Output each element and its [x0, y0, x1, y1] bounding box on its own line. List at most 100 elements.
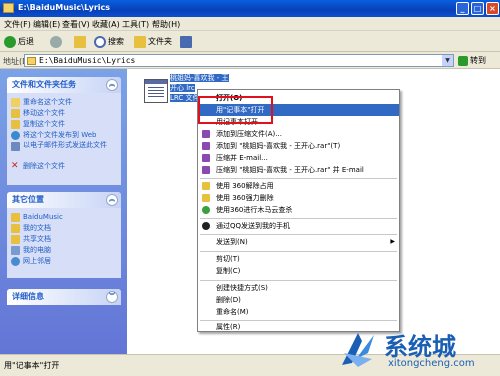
go-button[interactable]: 转到 — [458, 54, 498, 67]
watermark-title: 系统城 — [384, 333, 456, 361]
task-label: 将这个文件发布到 Web — [23, 131, 97, 139]
place-baidumusic[interactable]: BaiduMusic — [7, 212, 121, 223]
menu-cut[interactable]: 剪切(T) — [198, 253, 399, 265]
folder-icon — [27, 57, 36, 65]
folder-icon — [134, 35, 146, 48]
menu-add-rar[interactable]: 添加到 "桃姐妈-喜欢我 - 王开心.rar"(T) — [198, 140, 399, 152]
menu-help[interactable]: 帮助(H) — [152, 19, 180, 30]
menu-file[interactable]: 文件(F) — [4, 19, 31, 30]
place-label: 我的电脑 — [23, 246, 51, 254]
details-header[interactable]: 详细信息 ︾ — [7, 289, 121, 305]
task-label: 复制这个文件 — [23, 120, 65, 128]
place-my-documents[interactable]: 我的文档 — [7, 223, 121, 234]
network-icon — [11, 257, 20, 266]
other-places-header[interactable]: 其它位置 ︽ — [7, 192, 121, 208]
back-button[interactable]: 后退 — [4, 35, 34, 49]
place-label: 共享文档 — [23, 235, 51, 243]
task-label: 删除这个文件 — [23, 162, 65, 170]
globe-icon — [11, 131, 20, 140]
forward-button[interactable] — [50, 35, 64, 49]
task-rename[interactable]: 重命名这个文件 — [7, 97, 121, 108]
search-icon — [94, 35, 106, 48]
collapse-icon[interactable]: ︽ — [106, 194, 118, 206]
menu-create-shortcut[interactable]: 创建快捷方式(S) — [198, 282, 399, 294]
menu-compress-email[interactable]: 压缩并 E-mail... — [198, 152, 399, 164]
menu-edit[interactable]: 编辑(E) — [33, 19, 60, 30]
menu-add-archive[interactable]: 添加到压缩文件(A)... — [198, 128, 399, 140]
menu-delete[interactable]: 删除(D) — [198, 294, 399, 306]
menu-label: 压缩到 "桃姐妈-喜欢我 - 王开心.rar" 并 E-mail — [216, 166, 364, 174]
collapse-icon[interactable]: ︽ — [106, 79, 118, 91]
place-shared-documents[interactable]: 共享文档 — [7, 234, 121, 245]
menu-separator — [200, 251, 397, 252]
task-email[interactable]: 以电子邮件形式发送此文件 — [7, 141, 121, 161]
file-tasks-panel: 文件和文件夹任务 ︽ 重命名这个文件 移动这个文件 复制这个文件 将这个文件发布… — [7, 77, 121, 185]
folders-button[interactable]: 文件夹 — [134, 35, 172, 49]
details-title: 详细信息 — [12, 292, 44, 301]
chevron-right-icon: ▶ — [390, 238, 395, 245]
task-copy[interactable]: 复制这个文件 — [7, 119, 121, 130]
copy-icon — [11, 120, 20, 129]
menu-label: 压缩并 E-mail... — [216, 154, 268, 162]
menu-send-to[interactable]: 发送到(N) ▶ — [198, 236, 399, 248]
address-input[interactable]: E:\BaiduMusic\Lyrics ▼ — [24, 54, 454, 67]
menu-separator — [200, 234, 397, 235]
menu-tools[interactable]: 工具(T) — [122, 19, 149, 30]
winrar-icon — [202, 166, 210, 174]
search-button[interactable]: 搜索 — [94, 35, 124, 49]
minimize-button[interactable]: _ — [456, 2, 469, 15]
qq-icon — [202, 222, 210, 230]
menu-label: 通过QQ发送到我的手机 — [216, 222, 291, 230]
views-button[interactable] — [180, 35, 194, 49]
chevron-down-icon[interactable]: ▼ — [442, 55, 453, 66]
xitongcheng-logo-icon — [342, 333, 374, 367]
folder-icon — [3, 3, 14, 13]
winrar-icon — [202, 142, 210, 150]
shred-icon — [202, 194, 210, 202]
task-move[interactable]: 移动这个文件 — [7, 108, 121, 119]
menu-view[interactable]: 查看(V) — [62, 19, 90, 30]
menu-360-unlock[interactable]: 使用 360解除占用 — [198, 180, 399, 192]
go-arrow-icon — [458, 55, 468, 66]
task-delete[interactable]: ✕ 删除这个文件 — [7, 161, 121, 172]
address-path: E:\BaiduMusic\Lyrics — [39, 56, 136, 65]
maximize-button[interactable]: □ — [471, 2, 484, 15]
toolbar: 后退 搜索 文件夹 — [0, 31, 500, 52]
winrar-icon — [202, 130, 210, 138]
place-label: BaiduMusic — [23, 213, 63, 221]
unlock-icon — [202, 182, 210, 190]
menu-favorites[interactable]: 收藏(A) — [92, 19, 120, 30]
menu-360-delete[interactable]: 使用 360强力删除 — [198, 192, 399, 204]
close-button[interactable]: × — [486, 2, 499, 15]
menu-360-scan[interactable]: 使用360进行木马云查杀 — [198, 204, 399, 216]
place-network[interactable]: 网上邻居 — [7, 256, 121, 267]
task-publish[interactable]: 将这个文件发布到 Web — [7, 130, 121, 141]
menu-separator — [200, 178, 397, 179]
file-tasks-header[interactable]: 文件和文件夹任务 ︽ — [7, 77, 121, 93]
other-places-panel: 其它位置 ︽ BaiduMusic 我的文档 共享文档 我的电脑 网上邻居 — [7, 192, 121, 278]
expand-icon[interactable]: ︾ — [106, 291, 118, 303]
file-name-line: 开心 lrc — [170, 84, 195, 92]
menu-label: 使用360进行木马云查杀 — [216, 206, 293, 214]
menu-compress-rar-email[interactable]: 压缩到 "桃姐妈-喜欢我 - 王开心.rar" 并 E-mail — [198, 164, 399, 176]
views-icon — [180, 35, 192, 48]
up-folder-button[interactable] — [74, 35, 88, 49]
computer-icon — [11, 246, 20, 255]
menu-separator — [200, 280, 397, 281]
menu-rename[interactable]: 重命名(M) — [198, 306, 399, 318]
up-folder-icon — [74, 35, 86, 48]
other-places-title: 其它位置 — [12, 195, 44, 204]
status-text: 用"记事本"打开 — [4, 361, 60, 370]
menu-label: 使用 360解除占用 — [216, 182, 274, 190]
watermark-url: xitongcheng.com — [388, 358, 475, 369]
menu-copy[interactable]: 复制(C) — [198, 265, 399, 277]
place-my-computer[interactable]: 我的电脑 — [7, 245, 121, 256]
file-icon-bar — [145, 80, 167, 84]
file-icon-lines — [148, 85, 164, 99]
email-icon — [11, 142, 20, 151]
menu-label: 添加到压缩文件(A)... — [216, 130, 282, 138]
lrc-file-icon[interactable] — [144, 79, 168, 103]
menu-bar: 文件(F) 编辑(E) 查看(V) 收藏(A) 工具(T) 帮助(H) — [0, 17, 500, 31]
menu-qq-send[interactable]: 通过QQ发送到我的手机 — [198, 220, 399, 232]
task-label: 移动这个文件 — [23, 109, 65, 117]
